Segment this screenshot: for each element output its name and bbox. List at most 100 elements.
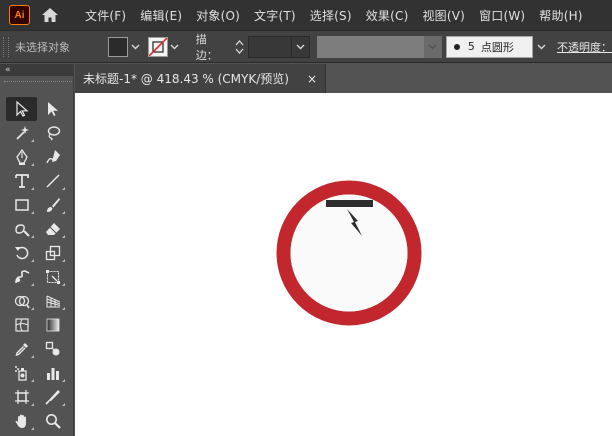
shape-builder-tool[interactable] [6, 289, 37, 313]
magic-wand-tool[interactable] [6, 121, 37, 145]
free-transform-icon [45, 270, 60, 284]
menu-window[interactable]: 窗口(W) [472, 7, 532, 24]
tools-panel-header: « [0, 64, 73, 76]
menu-effect[interactable]: 效果(C) [359, 7, 416, 24]
rectangle-icon [14, 199, 29, 211]
opacity-label[interactable]: 不透明度： [557, 39, 612, 55]
chevron-down-icon [131, 44, 140, 49]
menu-file[interactable]: 文件(F) [78, 7, 133, 24]
shaper-tool[interactable] [6, 217, 37, 241]
paintbrush-icon [46, 198, 60, 212]
menu-select[interactable]: 选择(S) [303, 7, 359, 24]
white-arrow-icon [47, 102, 58, 116]
slice-knife-icon [44, 390, 60, 405]
tool-grid [6, 97, 68, 433]
warp-icon [14, 270, 29, 284]
curvature-tool[interactable] [37, 145, 68, 169]
symbol-sprayer-icon [14, 366, 27, 381]
rotate-tool[interactable] [6, 241, 37, 265]
scale-icon [45, 245, 60, 261]
collapse-icon[interactable]: « [5, 65, 11, 75]
menu-help[interactable]: 帮助(H) [532, 7, 589, 24]
curvature-pen-icon [45, 150, 60, 164]
mesh-tool[interactable] [6, 313, 37, 337]
blend-icon [45, 341, 59, 356]
artboard-icon [14, 390, 29, 404]
control-bar-grip[interactable] [3, 36, 9, 57]
stroke-swatch[interactable] [148, 36, 168, 57]
eraser-tool[interactable] [37, 217, 68, 241]
menu-bar: Ai 文件(F) 编辑(E) 对象(O) 文字(T) 选择(S) 效果(C) 视… [0, 0, 612, 30]
perspective-grid-tool[interactable] [37, 289, 68, 313]
arrow-icon [15, 101, 29, 117]
artboard-tool[interactable] [6, 385, 37, 409]
lasso-tool[interactable] [37, 121, 68, 145]
variable-width-dropdown[interactable] [424, 35, 442, 58]
chevron-down-icon [537, 44, 546, 49]
document-tab-title: 未标题-1* @ 418.43 % (CMYK/预览) [83, 72, 289, 86]
rectangle-tool[interactable] [6, 193, 37, 217]
blend-tool[interactable] [37, 337, 68, 361]
brush-size: 5 [467, 40, 475, 53]
gradient-tool[interactable] [37, 313, 68, 337]
pen-tool[interactable] [6, 145, 37, 169]
control-bar: 未选择对象 描边： 5 点圆形 不透明度： [0, 30, 612, 63]
magnifier-icon [45, 414, 61, 429]
warp-tool[interactable] [6, 265, 37, 289]
slice-tool[interactable] [37, 385, 68, 409]
lasso-icon [47, 126, 60, 141]
close-icon[interactable]: × [307, 72, 317, 86]
line-icon [45, 174, 60, 188]
line-segment-tool[interactable] [37, 169, 68, 193]
home-icon[interactable] [40, 5, 60, 25]
brush-dot-icon [453, 43, 460, 50]
brush-definition-select[interactable]: 5 点圆形 [445, 35, 534, 58]
paintbrush-tool[interactable] [37, 193, 68, 217]
type-icon [14, 174, 29, 188]
shaper-icon [14, 224, 30, 237]
fill-dropdown[interactable] [128, 37, 142, 57]
mesh-icon [14, 318, 29, 332]
rotate-icon [14, 246, 28, 260]
variable-width-profile[interactable] [316, 35, 425, 58]
pen-icon [15, 149, 28, 165]
document-tab-bar: 未标题-1* @ 418.43 % (CMYK/预览) × [75, 64, 612, 93]
fill-swatch[interactable] [108, 36, 129, 57]
stroke-weight-dropdown[interactable] [292, 35, 310, 58]
magic-wand-icon [15, 126, 29, 140]
tools-panel: « [0, 64, 74, 436]
eraser-icon [45, 223, 60, 235]
perspective-grid-icon [46, 295, 60, 308]
stroke-weight-input[interactable] [248, 35, 293, 58]
symbol-sprayer-tool[interactable] [6, 361, 37, 385]
column-graph-icon [46, 368, 59, 380]
hand-tool[interactable] [6, 409, 37, 433]
menu-object[interactable]: 对象(O) [189, 7, 247, 24]
column-graph-tool[interactable] [37, 361, 68, 385]
stroke-weight-label: 描边： [195, 32, 218, 62]
menu-view[interactable]: 视图(V) [415, 7, 472, 24]
chevron-down-icon [296, 44, 305, 49]
menu-type[interactable]: 文字(T) [247, 7, 303, 24]
brush-dropdown[interactable] [533, 36, 549, 58]
scale-tool[interactable] [37, 241, 68, 265]
stroke-weight-stepper[interactable] [233, 36, 247, 58]
zoom-tool[interactable] [37, 409, 68, 433]
eyedropper-icon [15, 343, 28, 356]
document-tab[interactable]: 未标题-1* @ 418.43 % (CMYK/预览) × [75, 64, 326, 93]
brush-shape: 点圆形 [480, 40, 514, 54]
artboard-canvas[interactable] [75, 93, 612, 436]
stroke-color-dropdown[interactable] [168, 37, 182, 57]
menu-items: 文件(F) 编辑(E) 对象(O) 文字(T) 选择(S) 效果(C) 视图(V… [78, 7, 590, 24]
chevron-down-icon [170, 44, 179, 49]
selection-tool[interactable] [6, 97, 37, 121]
direct-selection-tool[interactable] [37, 97, 68, 121]
free-transform-tool[interactable] [37, 265, 68, 289]
gradient-icon [46, 318, 59, 332]
selection-status: 未选择对象 [14, 40, 70, 54]
menu-edit[interactable]: 编辑(E) [133, 7, 189, 24]
clock-top-bar[interactable] [326, 200, 373, 207]
type-tool[interactable] [6, 169, 37, 193]
eyedropper-tool[interactable] [6, 337, 37, 361]
tools-panel-grip[interactable] [4, 81, 72, 85]
